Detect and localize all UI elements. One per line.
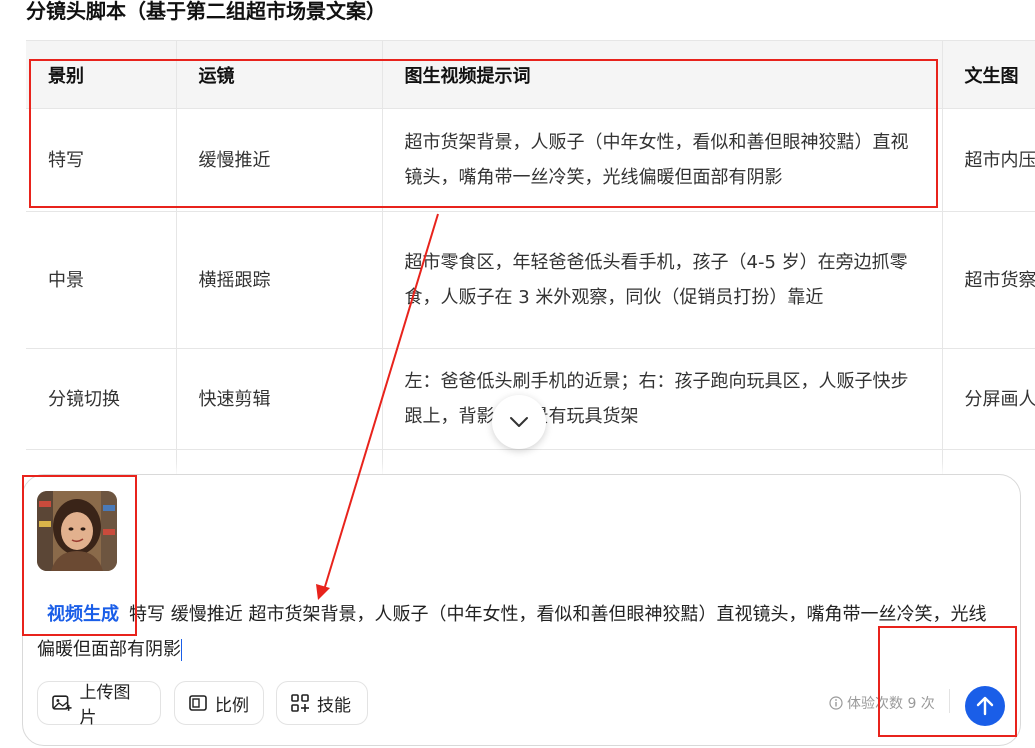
info-icon <box>829 696 843 710</box>
header-i2v-prompt: 图生视频提示词 <box>382 41 943 109</box>
table-cell: 左：爸爸低头刷手机的近景；右：孩子跑向玩具区，人贩子快步跟上，背影，背景有玩具货… <box>382 348 943 450</box>
image-upload-icon <box>52 695 72 711</box>
character-portrait-image <box>37 491 117 571</box>
table-cell: 超市货察，伪 <box>942 211 1035 349</box>
table-cell: 分镜切换 <box>26 348 177 450</box>
table-cell: 缓慢推近 <box>176 108 383 212</box>
scroll-down-button[interactable] <box>492 395 546 449</box>
arrow-up-icon <box>976 696 994 716</box>
table-row: 中景 横摇跟踪 超市零食区，年轻爸爸低头看手机，孩子（4-5 岁）在旁边抓零食，… <box>26 211 1035 349</box>
table-cell: 分屏画人贩子 <box>942 348 1035 450</box>
reference-image-thumbnail[interactable] <box>37 491 117 571</box>
skills-button[interactable]: 技能 <box>276 681 368 725</box>
usage-counter: 体验次数 9 次 <box>829 693 935 713</box>
table-cell: 中景 <box>26 211 177 349</box>
page-title: 分镜头脚本（基于第二组超市场景文案） <box>26 0 386 23</box>
table-row: 特写 缓慢推近 超市货架背景，人贩子（中年女性，看似和善但眼神狡黠）直视镜头，嘴… <box>26 108 1035 212</box>
table-header-row: 景别 运镜 图生视频提示词 文生图 <box>26 41 1035 109</box>
send-button[interactable] <box>965 686 1005 726</box>
table-cell: 特写 <box>26 108 177 212</box>
prompt-text: 特写 缓慢推近 超市货架背景，人贩子（中年女性，看似和善但眼神狡黠）直视镜头，嘴… <box>37 604 987 660</box>
aspect-ratio-icon <box>189 695 207 711</box>
table-cell: 超市货架背景，人贩子（中年女性，看似和善但眼神狡黠）直视镜头，嘴角带一丝冷笑，光… <box>382 108 943 212</box>
chevron-down-icon <box>510 417 528 427</box>
aspect-ratio-button[interactable]: 比例 <box>174 681 264 725</box>
prompt-composer: 视频生成 特写 缓慢推近 超市货架背景，人贩子（中年女性，看似和善但眼神狡黠）直视… <box>22 474 1021 746</box>
prompt-input[interactable]: 视频生成 特写 缓慢推近 超市货架背景，人贩子（中年女性，看似和善但眼神狡黠）直视… <box>37 597 1003 667</box>
table-cell: 横摇跟踪 <box>176 211 383 349</box>
skills-label: 技能 <box>317 695 351 716</box>
upload-image-button[interactable]: 上传图片 <box>37 681 161 728</box>
upload-image-label: 上传图片 <box>79 683 131 728</box>
header-t2i: 文生图 <box>942 41 1035 109</box>
header-shot-size: 景别 <box>26 41 177 109</box>
video-generation-tag[interactable]: 视频生成 <box>47 604 119 625</box>
aspect-ratio-label: 比例 <box>215 695 249 716</box>
table-cell: 快速剪辑 <box>176 348 383 450</box>
header-camera-move: 运镜 <box>176 41 383 109</box>
usage-text: 体验次数 9 次 <box>847 696 935 712</box>
skills-grid-icon <box>291 694 309 712</box>
storyboard-table: 景别 运镜 图生视频提示词 文生图 特写 缓慢推近 超市货架背景，人贩子（中年女… <box>26 40 1035 521</box>
toolbar-divider <box>949 689 950 713</box>
table-cell: 超市内压迫感 <box>942 108 1035 212</box>
table-cell: 超市零食区，年轻爸爸低头看手机，孩子（4-5 岁）在旁边抓零食，人贩子在 3 米… <box>382 211 943 349</box>
text-cursor <box>181 639 182 661</box>
